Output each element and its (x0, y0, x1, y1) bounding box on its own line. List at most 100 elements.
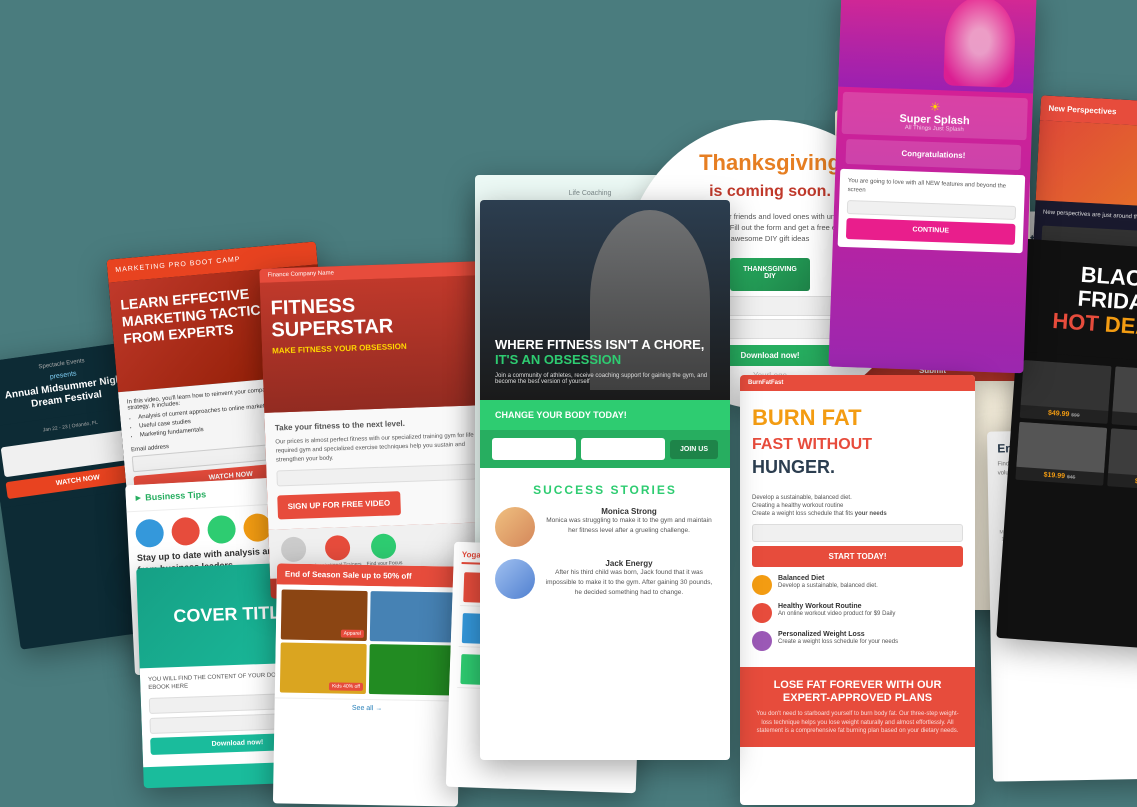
trainer-2-avatar (325, 535, 351, 561)
bf-product-2-img (1112, 366, 1137, 417)
fitness-desc: Our prices is almost perfect fitness wit… (275, 432, 476, 466)
burnfat-features: Balanced Diet Develop a sustainable, bal… (740, 567, 975, 667)
burnfat-feature-2: Healthy Workout Routine An online workou… (752, 603, 963, 623)
bf-product-1: $49.99 $99 (1020, 360, 1111, 424)
fitness-sub: Make Fitness your Obsession (272, 340, 472, 356)
collage-container: Spectacle Events presents Annual Midsumm… (0, 0, 1137, 769)
story-1: Monica Strong Monica was struggling to m… (495, 507, 715, 547)
burnfat-feature-1: Balanced Diet Develop a sustainable, bal… (752, 575, 963, 595)
burnfat-icon-1 (752, 575, 772, 595)
fitness-body: Take your fitness to the next level. Our… (264, 405, 488, 530)
story-2-name: Jack Energy (543, 559, 715, 568)
bf-product-2: $29.99 $60 (1111, 366, 1137, 430)
story-2-text: After his third child was born, Jack fou… (543, 568, 715, 597)
burnfat-feature-2-text: Healthy Workout Routine An online workou… (778, 603, 895, 618)
sale-see-all[interactable]: See all → (274, 697, 459, 718)
burnfat-feature-3-text: Personalized Weight Loss Create a weight… (778, 631, 898, 646)
bf-product-3-img (1016, 421, 1106, 472)
burnfat-feat-2-name: Healthy Workout Routine (778, 603, 895, 610)
fitness-chore-hero: WHERE FITNESS ISN'T A CHORE, IT'S AN OBS… (480, 200, 730, 400)
blackfriday-products: $49.99 $99 $29.99 $60 $19.99 $45 $39.99 … (1007, 351, 1137, 500)
card-burnfat: BurnFatFast BURN FAT FAST WITHOUT HUNGER… (740, 375, 975, 805)
supersplash-congrats-title: Congratulations! (854, 147, 1013, 162)
fitness-chore-cta: CHANGE YOUR BODY TODAY! (495, 410, 715, 420)
thanksgiving-headline: Thanksgivingis coming soon. (699, 150, 841, 203)
supersplash-body: You are going to love with all NEW featu… (838, 169, 1026, 253)
burnfat-signup: Develop a sustainable, balanced diet.Cre… (740, 494, 975, 567)
burnfat-icon-2 (752, 603, 772, 623)
blackfriday-headline: BLACK FRIDAY HOT DEALS (1028, 259, 1137, 344)
burnfat-bottom-cta: LOSE FAT FOREVER WITH OUR EXPERT-APPROVE… (740, 667, 975, 748)
perspectives-hero (1036, 120, 1137, 210)
fitness-chore-sub: Join a community of athletes, receive co… (495, 373, 715, 385)
perspectives-headline: New perspectives are just around the cor… (1043, 209, 1137, 227)
sale-badge-1: Apparel (341, 630, 364, 638)
avatar-1 (135, 519, 164, 548)
trainer-3: Find your Focus (366, 533, 403, 567)
burnfat-feat-1-name: Balanced Diet (778, 575, 878, 582)
story-1-content: Monica Strong Monica was struggling to m… (543, 507, 715, 536)
avatar-3 (207, 515, 236, 544)
fitness-chore-cta-bar: CHANGE YOUR BODY TODAY! (480, 400, 730, 430)
trainer-3-avatar (371, 533, 397, 559)
burnfat-icon-3 (752, 631, 772, 651)
bf-product-1-img (1021, 360, 1111, 411)
story-2-content: Jack Energy After his third child was bo… (543, 559, 715, 597)
burnfat-topbar: BurnFatFast (740, 375, 975, 391)
blackfriday-hero: BLACK FRIDAY HOT DEALS (1016, 239, 1137, 365)
story-1-name: Monica Strong (543, 507, 715, 516)
story-1-text: Monica was struggling to make it to the … (543, 516, 715, 536)
sale-item-3: Kids 40% off (280, 642, 367, 693)
fitness-hero: FITNESS SUPERSTAR Make Fitness your Obse… (260, 275, 484, 413)
fitness-headline: FITNESS SUPERSTAR (270, 291, 471, 342)
supersplash-hero (838, 0, 1036, 93)
burnfat-brand: BurnFatFast (748, 380, 783, 386)
fitness-chore-success: SUCCESS STORIES Monica Strong Monica was… (480, 468, 730, 626)
card-sale: End of Season Sale up to 50% off Apparel… (273, 563, 462, 806)
burnfat-name-input[interactable] (752, 524, 963, 542)
perspectives-hero-overlay (1036, 120, 1137, 210)
success-title: SUCCESS STORIES (495, 483, 715, 497)
supersplash-congrats: Congratulations! (846, 139, 1022, 170)
fitness-join-btn[interactable]: JOIN US (670, 440, 718, 459)
sale-grid: Apparel Kids 40% off (275, 584, 462, 700)
fitness-signup-btn[interactable]: SIGN UP FOR FREE VIDEO (277, 491, 400, 519)
sale-item-1: Apparel (281, 589, 368, 640)
bf-product-2-price: $29.99 $60 (1111, 411, 1137, 430)
avatar-2 (171, 517, 200, 546)
thanksgiving-book: THANKSGIVING DIY (730, 258, 810, 291)
story-1-avatar (495, 507, 535, 547)
burnfat-feature-3: Personalized Weight Loss Create a weight… (752, 631, 963, 651)
sale-badge-2: Kids 40% off (329, 682, 363, 691)
card-fitness-chore: WHERE FITNESS ISN'T A CHORE, IT'S AN OBS… (480, 200, 730, 760)
fitness-name-input[interactable] (492, 438, 576, 460)
burnfat-feat-3-desc: Create a weight loss schedule for your n… (778, 638, 898, 646)
sale-item-2 (370, 591, 457, 642)
burnfat-feat-2-desc: An online workout video product for $9 D… (778, 610, 895, 618)
supersplash-btn[interactable]: CONTINUE (846, 218, 1016, 244)
fitness-chore-hero-text: WHERE FITNESS ISN'T A CHORE, IT'S AN OBS… (495, 337, 715, 385)
burnfat-btn[interactable]: START TODAY! (752, 546, 963, 567)
sale-item-4 (369, 644, 456, 695)
fitness-chore-headline: WHERE FITNESS ISN'T A CHORE, IT'S AN OBS… (495, 337, 715, 368)
supersplash-input[interactable] (847, 200, 1016, 220)
burnfat-feature-1-text: Balanced Diet Develop a sustainable, bal… (778, 575, 878, 590)
burnfat-headline: BURN FAT FAST WITHOUT HUNGER. (752, 406, 963, 479)
burnfat-cta-sub: You don't need to starboard yourself to … (752, 710, 963, 735)
fitness-email-input[interactable] (581, 438, 665, 460)
ebook-title: COVER TITLE (173, 601, 293, 629)
bf-product-4-img (1108, 428, 1137, 479)
burnfat-feat-3-name: Personalized Weight Loss (778, 631, 898, 638)
story-2-avatar (495, 559, 535, 599)
card-supersplash: ☀ Super Splash All Things Just Splash Co… (828, 0, 1036, 373)
burnfat-hero: BURN FAT FAST WITHOUT HUNGER. (740, 391, 975, 494)
supersplash-person (943, 0, 1016, 88)
supersplash-body-text: You are going to love with all NEW featu… (847, 177, 1017, 201)
bf-product-4: $39.99 $80 (1107, 428, 1137, 492)
thanksgiving-book-title: THANKSGIVING DIY (730, 258, 810, 288)
sale-headline: End of Season Sale up to 50% off (285, 570, 412, 581)
fitness-form-bar: JOIN US (480, 430, 730, 468)
fitness-email-input[interactable] (276, 463, 476, 486)
perspectives-brand: New Perspectives (1048, 104, 1116, 117)
burnfat-desc: Develop a sustainable, balanced diet.Cre… (752, 494, 963, 519)
